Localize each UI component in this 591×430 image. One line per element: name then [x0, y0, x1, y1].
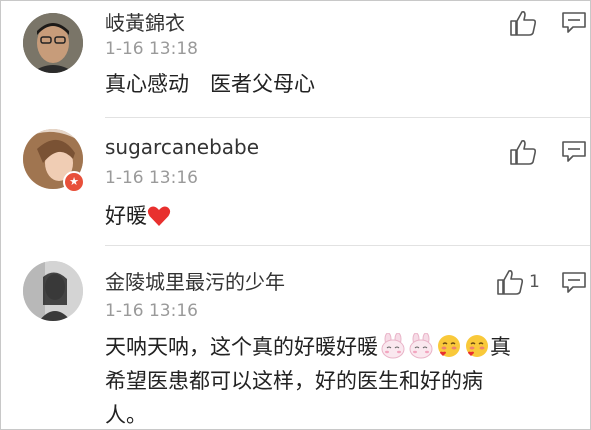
blushing-face-emoji — [466, 335, 488, 357]
comment-bubble-icon[interactable] — [561, 11, 587, 33]
comment-text: 真心感动 医者父母心 — [105, 72, 315, 96]
comment-bubble-icon[interactable] — [561, 271, 587, 293]
comment-text-line: 人。 — [105, 403, 147, 427]
blushing-face-emoji — [438, 335, 460, 357]
bunny-face-emoji — [381, 333, 405, 359]
star-badge-icon: ★ — [63, 171, 85, 193]
thumbs-up-icon[interactable] — [508, 138, 538, 166]
red-heart-emoji — [147, 206, 171, 226]
username[interactable]: 岐黃錦衣 — [105, 7, 185, 36]
like-count: 1 — [529, 272, 540, 292]
avatar[interactable] — [23, 261, 83, 321]
comment-item: 金陵城里最污的少年 1-16 13:16 天呐天呐，这个真的好暖好暖 真 希望医患… — [1, 246, 591, 430]
comment-text-line: 天呐天呐，这个真的好暖好暖 — [105, 335, 378, 359]
comment-text-line: 真 — [490, 335, 511, 359]
comment-bubble-icon[interactable] — [561, 140, 587, 162]
comment-item: ★ sugarcanebabe 1-16 13:16 好暖 — [1, 118, 591, 245]
comment-text: 好暖 — [105, 199, 578, 233]
thumbs-up-icon[interactable] — [495, 268, 525, 296]
timestamp: 1-16 13:16 — [105, 301, 198, 321]
avatar[interactable] — [23, 13, 83, 73]
comment-text: 天呐天呐，这个真的好暖好暖 真 希望医患都可以这样，好的医生和好的病 人。 — [105, 330, 578, 430]
comment-text-content: 好暖 — [105, 204, 147, 228]
timestamp: 1-16 13:18 — [105, 39, 198, 59]
comment-item: 岐黃錦衣 1-16 13:18 真心感动 医者父母心 — [1, 1, 591, 117]
thumbs-up-icon[interactable] — [508, 9, 538, 37]
username[interactable]: sugarcanebabe — [105, 135, 259, 159]
bunny-face-emoji — [409, 333, 433, 359]
username[interactable]: 金陵城里最污的少年 — [105, 266, 285, 295]
comment-text-line: 希望医患都可以这样，好的医生和好的病 — [105, 369, 483, 393]
timestamp: 1-16 13:16 — [105, 168, 198, 188]
